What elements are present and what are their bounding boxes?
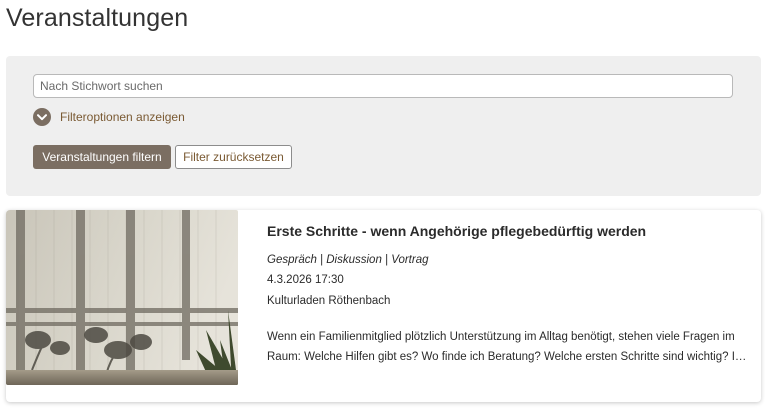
- filter-options-label: Filteroptionen anzeigen: [60, 110, 185, 124]
- filter-options-toggle[interactable]: Filteroptionen anzeigen: [33, 107, 185, 127]
- event-category: Gespräch | Diskussion | Vortrag: [267, 254, 429, 266]
- event-description: Wenn ein Familienmitglied plötzlich Unte…: [267, 331, 742, 363]
- event-title[interactable]: Erste Schritte - wenn Angehörige pflegeb…: [267, 223, 646, 239]
- filter-events-button[interactable]: Veranstaltungen filtern: [33, 145, 171, 169]
- search-input[interactable]: [33, 74, 733, 98]
- page-title: Veranstaltungen: [6, 4, 189, 32]
- chevron-down-icon: [33, 108, 51, 126]
- event-datetime: 4.3.2026 17:30: [267, 274, 344, 286]
- event-location: Kulturladen Röthenbach: [267, 295, 391, 307]
- event-image[interactable]: [6, 210, 238, 385]
- event-card[interactable]: Erste Schritte - wenn Angehörige pflegeb…: [6, 210, 761, 402]
- reset-filter-button[interactable]: Filter zurücksetzen: [175, 145, 292, 169]
- filter-panel: Filteroptionen anzeigen Veranstaltungen …: [6, 56, 761, 196]
